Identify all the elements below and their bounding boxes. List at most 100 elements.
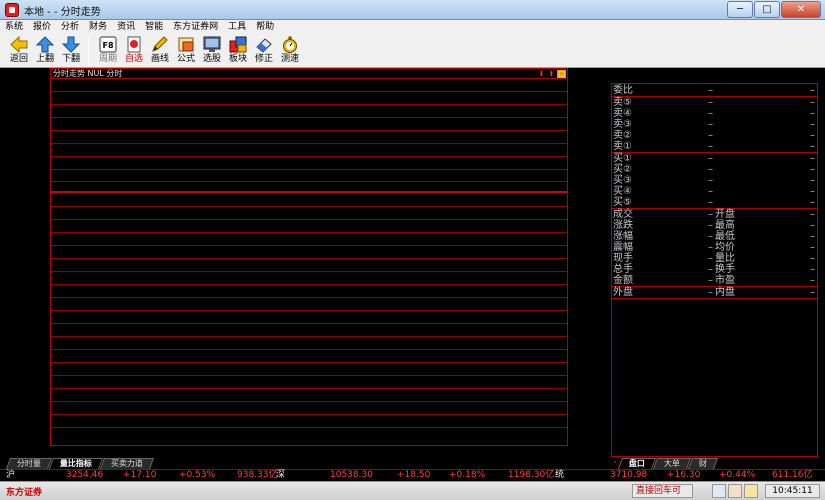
tab-order-book[interactable]: 盘口 bbox=[617, 458, 657, 469]
maximize-button[interactable]: □ bbox=[754, 1, 780, 18]
sound-icon[interactable] bbox=[744, 484, 758, 498]
stat-row: 涨幅 – 最低 – bbox=[613, 231, 815, 242]
draw-line-button[interactable]: 画线 bbox=[147, 34, 173, 67]
grid-line bbox=[51, 284, 567, 285]
down-arrow-icon bbox=[61, 36, 81, 53]
tab-buy-sell-force[interactable]: 买卖力道 bbox=[99, 458, 155, 469]
favorites-button[interactable]: 自选 bbox=[121, 34, 147, 67]
sz-amount: 1198.30亿 bbox=[508, 470, 555, 480]
sector-button[interactable]: 板块 bbox=[225, 34, 251, 67]
buy-row[interactable]: 买③ – – bbox=[612, 175, 817, 186]
grid-line bbox=[51, 271, 567, 272]
sell-row[interactable]: 卖③ – – bbox=[612, 119, 817, 130]
bid-ask-ratio-row: 委比 – – bbox=[613, 85, 815, 96]
cy-pct: +0.44% bbox=[719, 470, 756, 480]
buy-row[interactable]: 买④ – – bbox=[612, 186, 817, 197]
back-arrow-icon bbox=[10, 35, 28, 54]
svg-text:F8: F8 bbox=[102, 41, 113, 50]
favorites-icon bbox=[125, 36, 143, 53]
buy-row[interactable]: 买① – – bbox=[612, 153, 817, 164]
menu-quotes[interactable]: 报价 bbox=[28, 20, 56, 34]
menu-news[interactable]: 资讯 bbox=[112, 20, 140, 34]
app-logo-icon bbox=[5, 3, 19, 17]
stat-row: 金额 – 市盈 – bbox=[613, 275, 815, 286]
menu-analysis[interactable]: 分析 bbox=[56, 20, 84, 34]
menu-website[interactable]: 东方证券网 bbox=[168, 20, 223, 34]
stat-row: 涨跌 – 最高 – bbox=[613, 220, 815, 231]
chart-down-icon[interactable]: ⬇ bbox=[537, 70, 546, 78]
sz-change: +18.50 bbox=[397, 470, 431, 480]
menu-system[interactable]: 系统 bbox=[0, 20, 28, 34]
formula-button[interactable]: 公式 bbox=[173, 34, 199, 67]
stock-picker-button[interactable]: 选股 bbox=[199, 34, 225, 67]
sell-row[interactable]: 卖⑤ – – bbox=[612, 97, 817, 108]
cy-index: 3710.98 bbox=[610, 470, 648, 480]
tab-big-orders[interactable]: 大单 bbox=[652, 458, 692, 469]
sh-index: 3254.46 bbox=[66, 470, 104, 480]
sz-pct: +0.18% bbox=[449, 470, 486, 480]
quote-panel: 委比 – – 卖⑤ – – 卖④ – – 卖③ – – 卖② – – 卖① – – 买① – – 买② –… bbox=[611, 83, 818, 457]
grid-line bbox=[51, 117, 567, 118]
network-icon[interactable] bbox=[712, 484, 726, 498]
sh-amount: 938.33亿 bbox=[237, 470, 278, 480]
chart-maximize-icon[interactable]: □ bbox=[557, 70, 566, 78]
grid-line bbox=[51, 219, 567, 220]
chart-up-icon[interactable]: ⬆ bbox=[547, 70, 556, 78]
back-button[interactable]: 返回 bbox=[6, 34, 32, 67]
page-down-button[interactable]: 下翻 bbox=[58, 34, 84, 67]
menu-finance[interactable]: 财务 bbox=[84, 20, 112, 34]
period-button[interactable]: F8 周期 bbox=[95, 34, 121, 67]
page-up-button[interactable]: 上翻 bbox=[32, 34, 58, 67]
index-ticker[interactable]: 沪 3254.46 +17.10 +0.53% 938.33亿 深 10538.… bbox=[0, 469, 825, 481]
grid-line bbox=[51, 297, 567, 298]
intraday-chart[interactable] bbox=[50, 78, 568, 446]
stat-row: 总手 – 换手 – bbox=[613, 264, 815, 275]
message-icon[interactable] bbox=[728, 484, 742, 498]
close-button[interactable]: ✕ bbox=[781, 1, 821, 18]
f8-key-icon: F8 bbox=[99, 36, 117, 53]
minimize-button[interactable]: ─ bbox=[727, 1, 753, 18]
grid-line bbox=[51, 310, 567, 311]
grid-line bbox=[51, 130, 567, 131]
grid-line bbox=[51, 206, 567, 207]
sell-row[interactable]: 卖④ – – bbox=[612, 108, 817, 119]
monitor-icon bbox=[203, 36, 221, 53]
sh-change: +17.10 bbox=[123, 470, 157, 480]
tab-finance[interactable]: 财 bbox=[687, 458, 719, 469]
grid-line bbox=[51, 258, 567, 259]
cy-label: 统 bbox=[555, 470, 565, 480]
grid-line bbox=[51, 427, 567, 428]
left-strip bbox=[0, 68, 8, 458]
window-controls: ─ □ ✕ bbox=[727, 1, 821, 18]
grid-line bbox=[51, 181, 567, 182]
grid-line bbox=[51, 169, 567, 170]
grid-line bbox=[51, 156, 567, 157]
panel-tabs: · 盘口 大单 财 bbox=[610, 458, 719, 469]
menu-smart[interactable]: 智能 bbox=[140, 20, 168, 34]
formula-icon bbox=[177, 36, 195, 53]
grid-line bbox=[51, 143, 567, 144]
grid-line bbox=[51, 232, 567, 233]
buy-row[interactable]: 买② – – bbox=[612, 164, 817, 175]
connection-status[interactable]: 直接回车可 bbox=[632, 484, 693, 498]
menu-tools[interactable]: 工具 bbox=[223, 20, 251, 34]
sell-row[interactable]: 卖① – – bbox=[612, 141, 817, 152]
grid-line bbox=[51, 245, 567, 246]
correct-button[interactable]: 修正 bbox=[251, 34, 277, 67]
up-arrow-icon bbox=[35, 36, 55, 53]
stopwatch-icon bbox=[281, 36, 299, 53]
toolbar-separator bbox=[88, 37, 89, 65]
menu-bar: 系统 报价 分析 财务 资讯 智能 东方证券网 工具 帮助 bbox=[0, 20, 825, 34]
stat-row: 震幅 – 均价 – bbox=[613, 242, 815, 253]
cy-amount: 611.16亿 bbox=[772, 470, 813, 480]
menu-help[interactable]: 帮助 bbox=[251, 20, 279, 34]
sell-row[interactable]: 卖② – – bbox=[612, 130, 817, 141]
cy-change: +16.30 bbox=[667, 470, 701, 480]
sz-label: 深 bbox=[276, 470, 286, 480]
tab-volume-ratio[interactable]: 量比指标 bbox=[48, 458, 104, 469]
buy-row[interactable]: 买⑤ – – bbox=[612, 197, 817, 208]
eraser-icon bbox=[255, 36, 273, 53]
tab-volume[interactable]: 分时量 bbox=[5, 458, 53, 469]
speed-test-button[interactable]: 测速 bbox=[277, 34, 303, 67]
title-bar[interactable]: 本地 - - 分时走势 ─ □ ✕ bbox=[0, 0, 825, 20]
